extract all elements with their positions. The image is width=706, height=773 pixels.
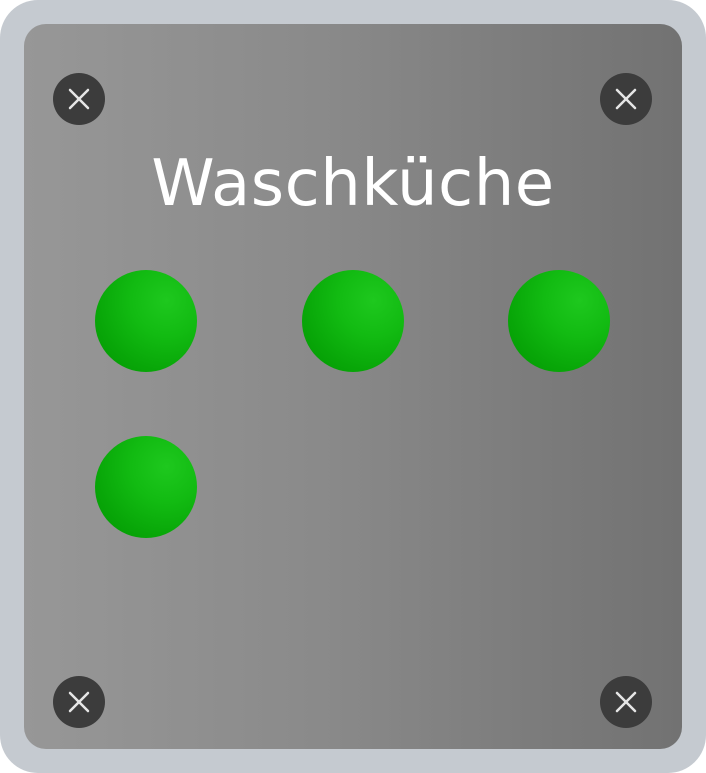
status-indicator-1[interactable] (95, 270, 197, 372)
panel-title: Waschküche (151, 147, 555, 221)
status-indicator-4[interactable] (95, 436, 197, 538)
screw-top-left-icon (53, 73, 105, 125)
screw-top-right-icon (600, 73, 652, 125)
status-indicator-2[interactable] (302, 270, 404, 372)
screw-bottom-left-icon (53, 676, 105, 728)
status-indicator-3[interactable] (508, 270, 610, 372)
panel-plate: Waschküche (24, 24, 682, 749)
panel-frame: Waschküche (0, 0, 706, 773)
screw-bottom-right-icon (600, 676, 652, 728)
